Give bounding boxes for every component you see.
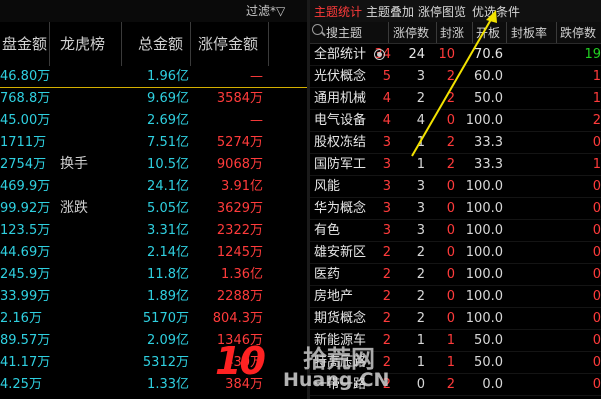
site-watermark: 10 拾荒网 Huang.CN (215, 335, 389, 399)
watermark-number: 10 (215, 339, 266, 383)
watermark-url: Huang.CN (283, 369, 390, 391)
